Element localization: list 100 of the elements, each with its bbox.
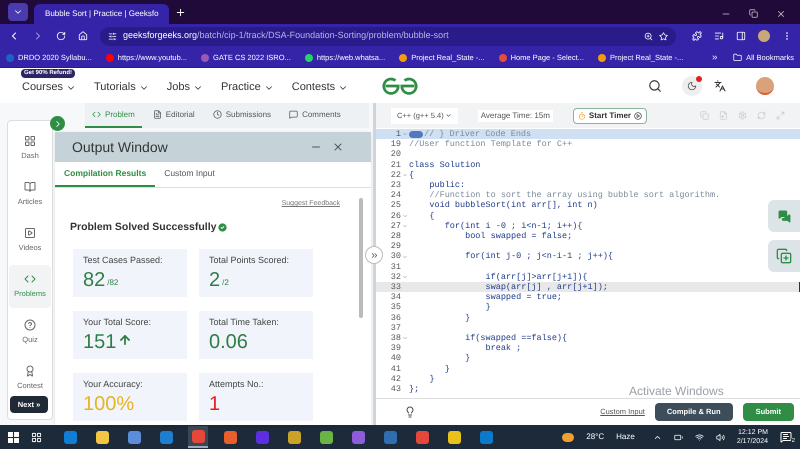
extensions-icon[interactable] xyxy=(692,31,702,41)
line-number: 36 xyxy=(390,312,402,323)
search-icon[interactable] xyxy=(648,78,662,92)
translate-icon[interactable] xyxy=(714,80,726,92)
book-icon xyxy=(24,181,36,194)
wifi-icon[interactable] xyxy=(694,432,704,442)
code-line: public: xyxy=(428,180,466,190)
nav-menu[interactable]: Practice xyxy=(221,79,274,96)
star-icon[interactable] xyxy=(659,32,668,40)
code-line: for(int i -0 ; i<n-1; i++){ xyxy=(444,220,582,232)
line-number: 20 xyxy=(390,149,402,160)
zoom-icon[interactable] xyxy=(644,32,653,40)
close-icon[interactable] xyxy=(332,141,344,153)
alarm-icon xyxy=(578,112,586,120)
code-line: { xyxy=(428,210,435,221)
code-line: break ; xyxy=(484,343,522,354)
notification-icon xyxy=(780,431,792,443)
line-number: 34 xyxy=(390,292,402,302)
line-number: 29 xyxy=(390,241,402,252)
taskbar-app[interactable] xyxy=(188,426,208,448)
weather-icon xyxy=(562,432,574,442)
address-field[interactable]: geeksforgeeks.org/batch/cip-1/track/DSA-Foundation-Sorting/problem/bubble-sort xyxy=(100,26,676,46)
resize-arrows-icon xyxy=(370,250,378,260)
add-note-button[interactable] xyxy=(768,240,800,272)
award-icon xyxy=(24,365,36,378)
stat-value: 0.06 xyxy=(209,330,248,354)
code-line: if(swapped ==false){ xyxy=(464,333,568,344)
code-line: } xyxy=(444,364,450,374)
close-icon[interactable] xyxy=(776,9,786,19)
code-line: //User function Template for C++ xyxy=(409,139,572,150)
volume-icon[interactable] xyxy=(716,432,725,442)
code-line: { xyxy=(409,170,414,180)
line-number: 40 xyxy=(390,353,402,364)
stat-value: 151 xyxy=(83,330,116,354)
output-tab[interactable]: Compilation Results xyxy=(55,162,156,187)
line-number: 42 xyxy=(390,374,402,384)
code-line: void bubbleSort(int arr[], int n) xyxy=(428,200,598,211)
code-line: } xyxy=(428,374,435,384)
nav-menu[interactable]: Contests xyxy=(292,79,348,96)
user-avatar[interactable] xyxy=(756,76,774,94)
problem-tab[interactable]: Submissions xyxy=(206,103,278,128)
site-info-icon xyxy=(108,32,117,40)
task-view-icon[interactable] xyxy=(31,432,42,442)
line-number: 28 xyxy=(390,231,402,242)
home-icon[interactable] xyxy=(78,31,88,41)
fold-marker[interactable] xyxy=(409,130,423,138)
profile-avatar[interactable] xyxy=(758,30,770,42)
temperature: 28°C xyxy=(586,431,604,443)
line-number: 37 xyxy=(390,322,402,334)
logo-icon xyxy=(380,77,420,95)
url-text: geeksforgeeks.org/batch/cip-1/track/DSA-Foundation-Sorting/problem/bubble-sort xyxy=(123,29,450,42)
browser-tab[interactable]: Bubble Sort | Practice | Geeksfo xyxy=(34,4,169,24)
line-number: 22 xyxy=(390,170,402,180)
media-icon[interactable] xyxy=(714,31,724,41)
chat-icon xyxy=(778,210,790,222)
code-line: }; xyxy=(409,384,420,394)
code-line: swap(arr[j] , arr[j+1]); xyxy=(484,282,608,292)
problem-tab[interactable]: Comments xyxy=(282,103,348,128)
line-number: 26 xyxy=(390,210,402,221)
stat-value: 100% xyxy=(83,392,134,416)
line-number: 32 xyxy=(390,272,402,282)
windows-logo-icon[interactable] xyxy=(8,432,19,442)
stat-label: Test Cases Passed: xyxy=(83,254,164,268)
reload-icon[interactable] xyxy=(56,31,66,41)
problem-tab[interactable]: Problem xyxy=(85,103,142,128)
line-number: 23 xyxy=(390,180,402,190)
code-icon xyxy=(92,110,101,119)
stat-value: 82 xyxy=(83,268,106,292)
code-icon xyxy=(24,273,36,286)
stat-total: /2 xyxy=(222,276,229,289)
problem-tab[interactable]: Editorial xyxy=(146,103,202,128)
theme-toggle[interactable] xyxy=(682,76,702,96)
line-number: 33 xyxy=(390,282,402,292)
restore-icon[interactable] xyxy=(749,9,758,18)
hint-icon[interactable] xyxy=(404,406,416,418)
moon-icon xyxy=(687,80,697,90)
line-number: 39 xyxy=(390,343,402,354)
nav-menu[interactable]: Jobs xyxy=(166,79,203,96)
output-tab[interactable]: Custom Input xyxy=(155,162,224,187)
play-icon xyxy=(24,227,36,240)
window-title: Output Window xyxy=(72,138,169,157)
nav-menu[interactable]: Tutorials xyxy=(94,79,149,96)
more-bookmarks-icon[interactable] xyxy=(711,53,720,62)
question-icon xyxy=(24,319,36,332)
nav-menu[interactable]: Courses xyxy=(22,79,76,96)
tab-title: Bubble Sort | Practice | Geeksfo xyxy=(45,8,159,20)
line-number: 19 xyxy=(390,139,402,150)
line-number: 1 xyxy=(394,129,402,140)
caret-icon xyxy=(444,112,452,119)
code-line: for(int j-0 ; j<n-i-1 ; j++){ xyxy=(464,251,614,262)
stat-value: 1 xyxy=(209,392,220,416)
chat-button[interactable] xyxy=(768,200,800,232)
new-tab-icon[interactable] xyxy=(175,7,186,18)
battery-icon[interactable] xyxy=(674,432,683,442)
code-line: if(arr[j]>arr[j+1]){ xyxy=(484,272,588,282)
line-number: 24 xyxy=(390,190,402,200)
start-timer-button[interactable]: Start Timer xyxy=(572,108,648,124)
tab-search-button[interactable] xyxy=(8,3,28,21)
side-panel-icon[interactable] xyxy=(736,31,746,41)
expand-button[interactable] xyxy=(50,116,65,131)
